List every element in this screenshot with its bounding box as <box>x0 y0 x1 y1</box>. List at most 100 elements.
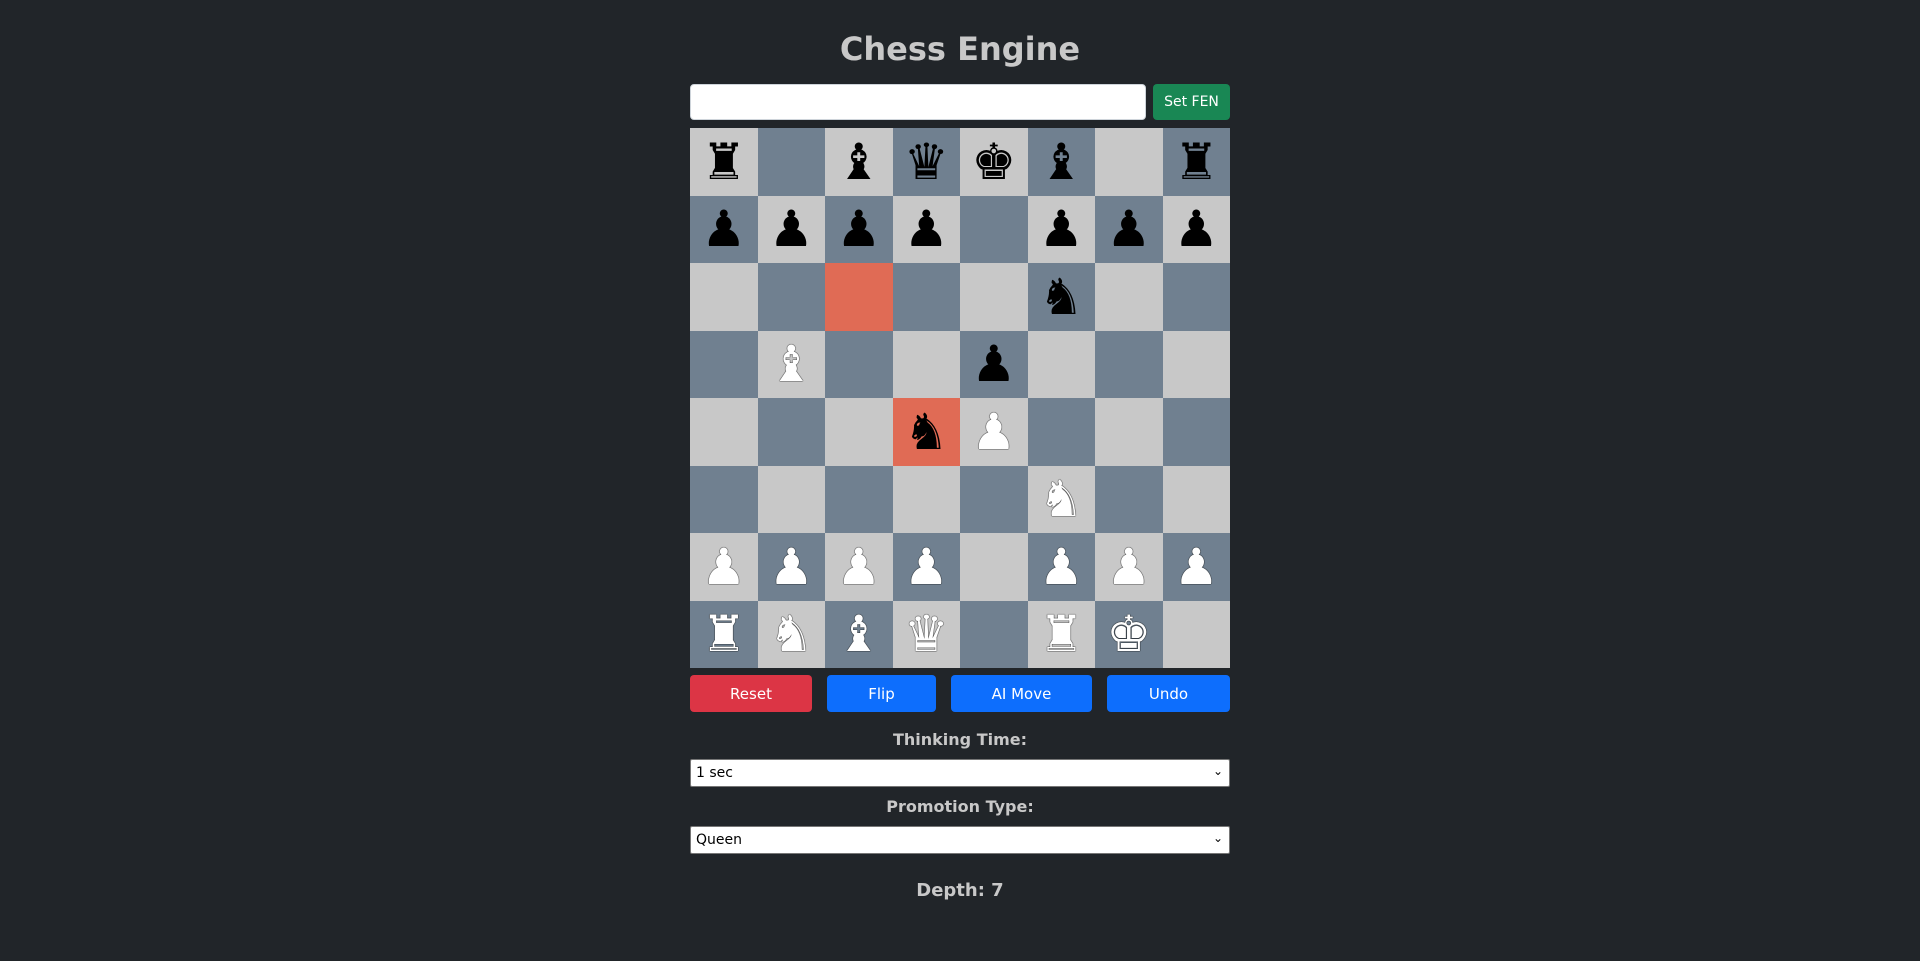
square-e3[interactable] <box>960 465 1028 533</box>
black-king-icon[interactable]: ♚ <box>971 137 1016 187</box>
thinking-time-select[interactable]: 1 sec ⌄ <box>690 759 1230 787</box>
square-b8[interactable] <box>757 128 825 196</box>
square-d5[interactable] <box>892 330 960 398</box>
square-c1[interactable]: ♝ <box>825 600 893 668</box>
white-bishop-icon[interactable]: ♝ <box>769 339 814 389</box>
square-f7[interactable]: ♟ <box>1027 195 1095 263</box>
white-knight-icon[interactable]: ♞ <box>769 609 814 659</box>
square-d8[interactable]: ♛ <box>892 128 960 196</box>
white-rook-icon[interactable]: ♜ <box>701 609 746 659</box>
flip-button[interactable]: Flip <box>827 675 936 712</box>
black-pawn-icon[interactable]: ♟ <box>836 204 881 254</box>
black-pawn-icon[interactable]: ♟ <box>1039 204 1084 254</box>
square-c3[interactable] <box>825 465 893 533</box>
black-pawn-icon[interactable]: ♟ <box>1174 204 1219 254</box>
square-d6[interactable] <box>892 263 960 331</box>
square-h8[interactable]: ♜ <box>1162 128 1230 196</box>
white-rook-icon[interactable]: ♜ <box>1039 609 1084 659</box>
square-h1[interactable] <box>1162 600 1230 668</box>
square-g4[interactable] <box>1095 398 1163 466</box>
square-b6[interactable] <box>757 263 825 331</box>
square-a7[interactable]: ♟ <box>690 195 758 263</box>
black-bishop-icon[interactable]: ♝ <box>836 137 881 187</box>
square-e6[interactable] <box>960 263 1028 331</box>
reset-button[interactable]: Reset <box>690 675 812 712</box>
square-d7[interactable]: ♟ <box>892 195 960 263</box>
square-b4[interactable] <box>757 398 825 466</box>
square-g1[interactable]: ♚ <box>1095 600 1163 668</box>
square-f5[interactable] <box>1027 330 1095 398</box>
white-pawn-icon[interactable]: ♟ <box>836 542 881 592</box>
square-e7[interactable] <box>960 195 1028 263</box>
square-h7[interactable]: ♟ <box>1162 195 1230 263</box>
black-pawn-icon[interactable]: ♟ <box>769 204 814 254</box>
square-f6[interactable]: ♞ <box>1027 263 1095 331</box>
square-a6[interactable] <box>690 263 758 331</box>
square-a1[interactable]: ♜ <box>690 600 758 668</box>
white-pawn-icon[interactable]: ♟ <box>1039 542 1084 592</box>
square-a5[interactable] <box>690 330 758 398</box>
black-pawn-icon[interactable]: ♟ <box>1106 204 1151 254</box>
square-g5[interactable] <box>1095 330 1163 398</box>
black-rook-icon[interactable]: ♜ <box>1174 137 1219 187</box>
white-pawn-icon[interactable]: ♟ <box>1174 542 1219 592</box>
square-h6[interactable] <box>1162 263 1230 331</box>
black-rook-icon[interactable]: ♜ <box>701 137 746 187</box>
white-knight-icon[interactable]: ♞ <box>1039 474 1084 524</box>
undo-button[interactable]: Undo <box>1107 675 1230 712</box>
white-king-icon[interactable]: ♚ <box>1106 609 1151 659</box>
square-f2[interactable]: ♟ <box>1027 533 1095 601</box>
black-bishop-icon[interactable]: ♝ <box>1039 137 1084 187</box>
square-c6[interactable] <box>825 263 893 331</box>
square-e1[interactable] <box>960 600 1028 668</box>
square-h5[interactable] <box>1162 330 1230 398</box>
square-c5[interactable] <box>825 330 893 398</box>
square-e8[interactable]: ♚ <box>960 128 1028 196</box>
white-pawn-icon[interactable]: ♟ <box>904 542 949 592</box>
white-pawn-icon[interactable]: ♟ <box>769 542 814 592</box>
square-d3[interactable] <box>892 465 960 533</box>
square-d1[interactable]: ♛ <box>892 600 960 668</box>
square-g7[interactable]: ♟ <box>1095 195 1163 263</box>
ai-move-button[interactable]: AI Move <box>951 675 1092 712</box>
square-g3[interactable] <box>1095 465 1163 533</box>
square-c7[interactable]: ♟ <box>825 195 893 263</box>
square-f3[interactable]: ♞ <box>1027 465 1095 533</box>
white-queen-icon[interactable]: ♛ <box>904 609 949 659</box>
square-f8[interactable]: ♝ <box>1027 128 1095 196</box>
square-b1[interactable]: ♞ <box>757 600 825 668</box>
square-b2[interactable]: ♟ <box>757 533 825 601</box>
square-f4[interactable] <box>1027 398 1095 466</box>
white-pawn-icon[interactable]: ♟ <box>701 542 746 592</box>
white-pawn-icon[interactable]: ♟ <box>1106 542 1151 592</box>
square-a2[interactable]: ♟ <box>690 533 758 601</box>
square-c2[interactable]: ♟ <box>825 533 893 601</box>
square-a3[interactable] <box>690 465 758 533</box>
promotion-type-select[interactable]: Queen ⌄ <box>690 826 1230 854</box>
square-g8[interactable] <box>1095 128 1163 196</box>
square-a4[interactable] <box>690 398 758 466</box>
square-c8[interactable]: ♝ <box>825 128 893 196</box>
square-c4[interactable] <box>825 398 893 466</box>
square-d2[interactable]: ♟ <box>892 533 960 601</box>
square-b7[interactable]: ♟ <box>757 195 825 263</box>
black-knight-icon[interactable]: ♞ <box>1039 272 1084 322</box>
square-b3[interactable] <box>757 465 825 533</box>
square-g6[interactable] <box>1095 263 1163 331</box>
black-queen-icon[interactable]: ♛ <box>904 137 949 187</box>
square-h3[interactable] <box>1162 465 1230 533</box>
square-e2[interactable] <box>960 533 1028 601</box>
fen-input[interactable] <box>690 84 1146 120</box>
black-pawn-icon[interactable]: ♟ <box>701 204 746 254</box>
square-f1[interactable]: ♜ <box>1027 600 1095 668</box>
square-g2[interactable]: ♟ <box>1095 533 1163 601</box>
square-e5[interactable]: ♟ <box>960 330 1028 398</box>
black-pawn-icon[interactable]: ♟ <box>904 204 949 254</box>
square-h2[interactable]: ♟ <box>1162 533 1230 601</box>
square-a8[interactable]: ♜ <box>690 128 758 196</box>
square-b5[interactable]: ♝ <box>757 330 825 398</box>
white-pawn-icon[interactable]: ♟ <box>971 407 1016 457</box>
square-h4[interactable] <box>1162 398 1230 466</box>
white-bishop-icon[interactable]: ♝ <box>836 609 881 659</box>
black-pawn-icon[interactable]: ♟ <box>971 339 1016 389</box>
